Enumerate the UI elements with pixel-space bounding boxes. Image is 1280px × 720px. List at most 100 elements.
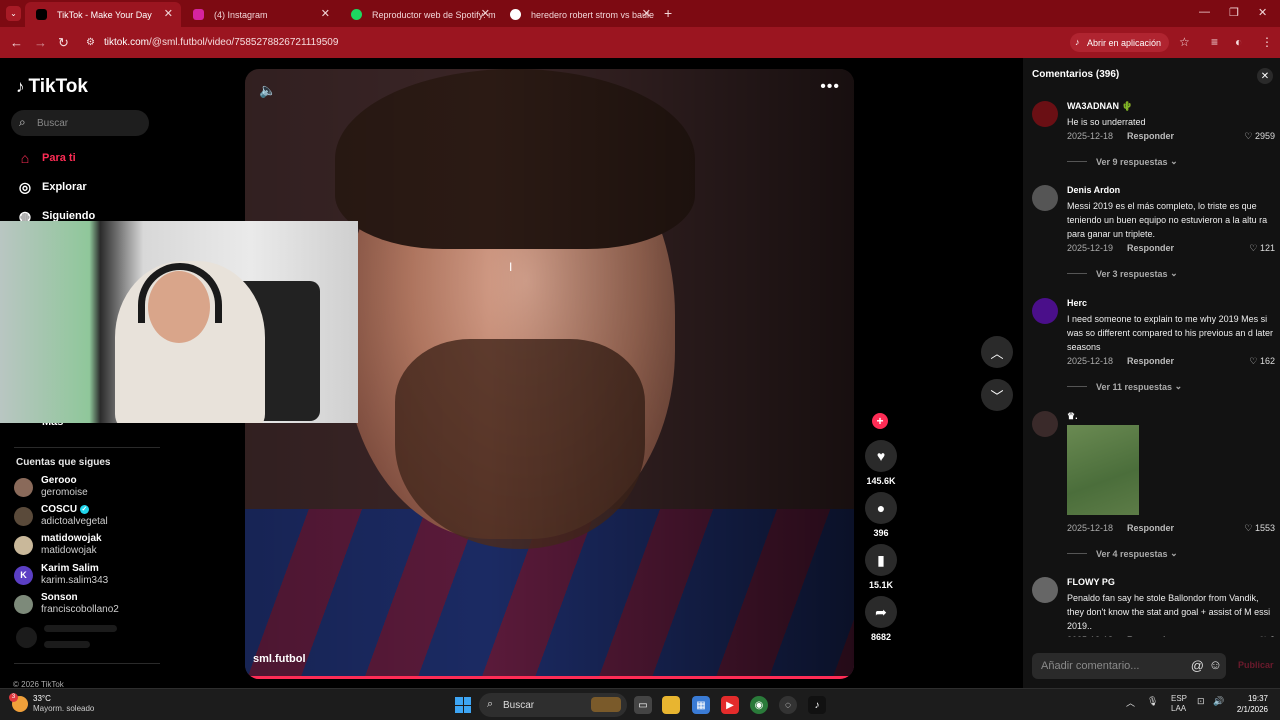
comment-user[interactable]: WA3ADNAN 🌵 — [1067, 101, 1133, 112]
nav-explorar[interactable]: ◎ Explorar — [16, 177, 87, 197]
back-icon[interactable]: ← — [10, 35, 23, 50]
avatar[interactable] — [1032, 411, 1058, 437]
more-options-icon[interactable]: ••• — [820, 78, 840, 96]
close-tab-icon[interactable]: ✕ — [642, 7, 651, 20]
media-control-icon[interactable]: ≡ — [1211, 35, 1218, 49]
close-comments-button[interactable]: ✕ — [1257, 68, 1273, 84]
following-account[interactable]: matidowojak matidowojak — [14, 531, 102, 559]
close-tab-icon[interactable]: ✕ — [321, 7, 330, 20]
weather-widget[interactable]: 3 33°C Mayorm. soleado — [9, 693, 94, 714]
start-button[interactable] — [455, 697, 471, 713]
windows-taskbar: 3 33°C Mayorm. soleado ⌕ Buscar ▭ ▦ ▶ ◉ … — [0, 688, 1280, 720]
tiktok-logo[interactable]: ♪ TikTok — [16, 76, 88, 98]
reply-button[interactable]: Responder — [1127, 523, 1174, 533]
emoji-icon[interactable]: ☺ — [1209, 657, 1222, 672]
volume-icon[interactable]: 🔈 — [259, 82, 276, 99]
video-author[interactable]: sml.futbol — [253, 653, 306, 665]
view-replies-button[interactable]: Ver 11 respuestas ⌄ — [1067, 381, 1182, 392]
nav-label: Para ti — [42, 152, 76, 164]
heart-outline-icon: ♡ — [1244, 131, 1253, 141]
file-explorer-icon[interactable] — [662, 696, 680, 714]
comment-like-button[interactable]: ♡ 3 — [1259, 635, 1275, 637]
comment-like-button[interactable]: ♡ 2959 — [1244, 131, 1275, 142]
network-icon[interactable]: ⊡ — [1197, 696, 1205, 707]
tab-instagram[interactable]: (4) Instagram ✕ — [182, 2, 338, 27]
publish-button[interactable]: Publicar — [1238, 660, 1274, 670]
tiktok-app-icon[interactable]: ♪ — [808, 696, 826, 714]
comment-like-button[interactable]: ♡ 121 — [1249, 243, 1275, 254]
tray-overflow-icon[interactable]: ︿ — [1126, 696, 1135, 709]
comment-button[interactable]: ● — [865, 492, 897, 524]
heart-outline-icon: ♡ — [1259, 635, 1267, 637]
next-video-button[interactable]: ﹀ — [981, 379, 1013, 411]
volume-icon[interactable]: 🔊 — [1213, 696, 1224, 707]
avatar[interactable] — [1032, 577, 1058, 603]
clock[interactable]: 19:37 2/1/2026 — [1236, 693, 1268, 715]
browser-tab-bar: ⌄ TikTok - Make Your Day ✕ (4) Instagram… — [0, 0, 1280, 27]
following-account[interactable]: K Karim Salim karim.salim343 — [14, 561, 108, 589]
comment-user[interactable]: ♛. — [1067, 411, 1078, 422]
url-field[interactable]: tiktok.com/@sml.futbol/video/75852788267… — [104, 37, 338, 48]
close-tab-icon[interactable]: ✕ — [164, 7, 173, 20]
following-account[interactable]: Gerooo geromoise — [14, 473, 88, 501]
youtube-icon[interactable]: ▶ — [721, 696, 739, 714]
menu-icon[interactable]: ⋮ — [1261, 35, 1273, 49]
comment-image[interactable] — [1067, 425, 1139, 515]
window-close-icon[interactable]: ✕ — [1258, 6, 1267, 19]
site-info-icon[interactable]: ⚙ — [86, 37, 95, 48]
comment-like-count: 121 — [1259, 243, 1275, 253]
previous-video-button[interactable]: ︿ — [981, 336, 1013, 368]
chevron-down-icon: ﹀ — [990, 388, 1004, 404]
tab-tiktok[interactable]: TikTok - Make Your Day ✕ — [25, 2, 181, 27]
save-button[interactable]: ▮ — [865, 544, 897, 576]
reload-icon[interactable]: ↻ — [58, 35, 69, 51]
microphone-icon[interactable]: 🎙 — [1147, 696, 1158, 707]
avatar[interactable] — [1032, 185, 1058, 211]
forward-icon[interactable]: → — [34, 35, 47, 50]
profile-icon[interactable]: ◐ — [1235, 35, 1242, 49]
minimize-icon[interactable]: — — [1199, 6, 1210, 18]
clock-time: 19:37 — [1247, 694, 1268, 703]
share-button[interactable]: ➦ — [865, 596, 897, 628]
view-replies-button[interactable]: Ver 9 respuestas ⌄ — [1067, 156, 1178, 167]
taskbar-search[interactable]: ⌕ Buscar — [479, 693, 627, 717]
comment-user[interactable]: Herc — [1067, 298, 1087, 308]
comment-like-button[interactable]: ♡ 162 — [1249, 356, 1275, 367]
comment-user[interactable]: FLOWY PG — [1067, 577, 1115, 587]
like-button[interactable]: ♥ — [865, 440, 897, 472]
comment-count: 396 — [873, 528, 889, 538]
task-view-icon[interactable]: ▭ — [634, 696, 652, 714]
bookmark-star-icon[interactable]: ☆ — [1179, 35, 1190, 49]
comment-like-button[interactable]: ♡ 1553 — [1244, 523, 1275, 534]
following-account[interactable]: COSCU ✓ adictoalvegetal — [14, 502, 108, 530]
restore-icon[interactable]: ❐ — [1229, 6, 1239, 19]
close-tab-icon[interactable]: ✕ — [481, 7, 490, 20]
search-input[interactable]: ⌕ Buscar — [11, 110, 149, 136]
reply-button[interactable]: Responder — [1127, 243, 1174, 253]
reply-button[interactable]: Responder — [1127, 356, 1174, 366]
comment-input[interactable]: Añadir comentario... @ ☺ — [1032, 653, 1226, 679]
follow-plus-button[interactable]: + — [872, 413, 888, 429]
language-indicator[interactable]: ESP LAA — [1171, 694, 1187, 714]
store-icon[interactable]: ▦ — [692, 696, 710, 714]
nav-para-ti[interactable]: ⌂ Para ti — [16, 148, 76, 168]
reply-button[interactable]: Responder — [1127, 131, 1174, 141]
following-account[interactable]: Sonson franciscobollano2 — [14, 590, 119, 618]
reply-button[interactable]: Responder — [1127, 635, 1174, 637]
comment-input-placeholder: Añadir comentario... — [1041, 660, 1140, 672]
opera-gx-icon[interactable]: ◌ — [779, 696, 797, 714]
tab-google[interactable]: heredero robert strom vs baule ✕ — [499, 2, 659, 27]
tab-spotify[interactable]: Reproductor web de Spotify: m ✕ — [340, 2, 498, 27]
new-tab-button[interactable]: + — [664, 5, 672, 21]
tab-search-button[interactable]: ⌄ — [6, 6, 21, 21]
avatar[interactable] — [1032, 298, 1058, 324]
video-progress-bar[interactable] — [249, 676, 849, 679]
avatar[interactable] — [1032, 101, 1058, 127]
open-in-app-button[interactable]: ♪ Abrir en aplicación — [1070, 33, 1170, 52]
view-replies-button[interactable]: Ver 4 respuestas ⌄ — [1067, 548, 1178, 559]
mention-icon[interactable]: @ — [1191, 658, 1204, 673]
comment-user[interactable]: Denis Ardon — [1067, 185, 1120, 195]
chrome-icon[interactable]: ◉ — [750, 696, 768, 714]
view-replies-button[interactable]: Ver 3 respuestas ⌄ — [1067, 268, 1178, 279]
comment-date: 2025-12-18 — [1067, 131, 1114, 141]
